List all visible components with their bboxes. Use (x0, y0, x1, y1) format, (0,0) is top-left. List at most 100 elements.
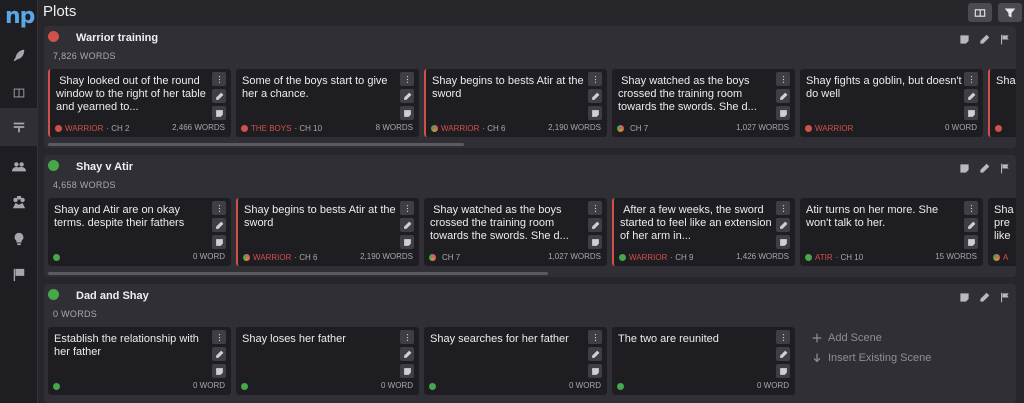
scene-status-dot (53, 383, 60, 390)
scene-edit-button[interactable] (776, 89, 790, 103)
scene-menu-button[interactable] (212, 201, 226, 215)
plot-edit-button[interactable] (979, 32, 990, 50)
plot-word-count: 4,658 WORDS (53, 180, 116, 190)
scene-menu-button[interactable] (212, 72, 226, 86)
plot-note-button[interactable] (959, 161, 970, 179)
sidebar-item-goals[interactable] (0, 256, 38, 294)
scene-word-count: 2,190 WORDS (548, 123, 601, 132)
scene-note-button[interactable] (964, 106, 978, 120)
scene-note-button[interactable] (776, 106, 790, 120)
horizontal-scrollbar[interactable] (48, 143, 464, 146)
scene-note-button[interactable] (400, 364, 414, 378)
scene-card[interactable]: Sha (988, 69, 1016, 137)
scene-card[interactable]: Some of the boys start to give her a cha… (236, 69, 419, 137)
scene-card[interactable]: Shay searches for her father 0 WORD (424, 327, 607, 395)
scene-note-button[interactable] (212, 106, 226, 120)
scene-note-button[interactable] (400, 106, 414, 120)
scene-menu-button[interactable] (776, 330, 790, 344)
scene-card[interactable]: Shay begins to bests Atir at the sword W… (424, 69, 607, 137)
scene-word-count: 0 WORD (381, 381, 413, 390)
scene-menu-button[interactable] (400, 330, 414, 344)
scene-menu-button[interactable] (400, 72, 414, 86)
scene-edit-button[interactable] (776, 347, 790, 361)
sidebar-item-plots[interactable] (0, 108, 38, 146)
scene-edit-button[interactable] (964, 89, 978, 103)
scene-edit-button[interactable] (588, 347, 602, 361)
scene-card[interactable]: Sha pre like A (988, 198, 1016, 266)
scene-card[interactable]: Establish the relationship with her fath… (48, 327, 231, 395)
scene-menu-button[interactable] (776, 201, 790, 215)
horizontal-scrollbar[interactable] (48, 272, 548, 275)
scene-status-dot (241, 383, 248, 390)
filter-button[interactable] (998, 3, 1022, 22)
scene-card[interactable]: Atir turns on her more. She won't talk t… (800, 198, 983, 266)
scene-edit-button[interactable] (400, 347, 414, 361)
plot-title[interactable]: Shay v Atir (76, 161, 133, 173)
scene-menu-button[interactable] (776, 72, 790, 86)
scene-note-button[interactable] (212, 364, 226, 378)
scene-note-button[interactable] (212, 235, 226, 249)
plot-title[interactable]: Warrior training (76, 32, 158, 44)
plot-flag-button[interactable] (999, 290, 1010, 308)
sidebar-item-ideas[interactable] (0, 220, 38, 258)
plot-note-button[interactable] (959, 32, 970, 50)
scene-note-button[interactable] (588, 106, 602, 120)
scene-card[interactable]: After a few weeks, the sword started to … (612, 198, 795, 266)
scene-menu-button[interactable] (964, 201, 978, 215)
scene-card[interactable]: The two are reunited 0 WORD (612, 327, 795, 395)
scene-note-button[interactable] (400, 235, 414, 249)
plus-icon (812, 333, 822, 343)
plot-title[interactable]: Dad and Shay (76, 290, 149, 302)
scene-card[interactable]: Shay looked out of the round window to t… (48, 69, 231, 137)
plot-edit-button[interactable] (979, 161, 990, 179)
scene-menu-button[interactable] (588, 201, 602, 215)
insert-existing-scene-button[interactable]: Insert Existing Scene (812, 352, 931, 364)
scene-menu-button[interactable] (400, 201, 414, 215)
scene-edit-button[interactable] (400, 89, 414, 103)
scene-card[interactable]: Shay watched as the boys crossed the tra… (612, 69, 795, 137)
note-icon (403, 367, 411, 375)
scene-note-button[interactable] (776, 235, 790, 249)
scene-card[interactable]: Shay and Atir are on okay terms. despite… (48, 198, 231, 266)
scene-menu-button[interactable] (212, 330, 226, 344)
scene-card[interactable]: Shay watched as the boys crossed the tra… (424, 198, 607, 266)
scene-status-dot (619, 254, 626, 261)
scene-edit-button[interactable] (776, 218, 790, 232)
note-icon (215, 109, 223, 117)
scene-edit-button[interactable] (212, 218, 226, 232)
sidebar-item-chapters[interactable] (0, 74, 38, 112)
scene-chapter: · CH 2 (106, 124, 130, 133)
scene-note-button[interactable] (964, 235, 978, 249)
plot-note-button[interactable] (959, 290, 970, 308)
scene-card[interactable]: Shay fights a goblin, but doesn't do wel… (800, 69, 983, 137)
plot-panel: Dad and Shay 0 WORDS Establish the relat… (44, 284, 1016, 403)
scene-edit-button[interactable] (588, 218, 602, 232)
plot-status-dot[interactable] (48, 289, 59, 300)
plot-status-dot[interactable] (48, 160, 59, 171)
add-scene-button[interactable]: Add Scene (812, 332, 882, 344)
scene-note-button[interactable] (588, 235, 602, 249)
scene-note-button[interactable] (588, 364, 602, 378)
sidebar-item-write[interactable] (0, 36, 38, 74)
sidebar-item-characters[interactable] (0, 148, 38, 186)
scene-menu-button[interactable] (964, 72, 978, 86)
sidebar-item-locations[interactable] (0, 184, 38, 222)
plot-status-dot[interactable] (48, 31, 59, 42)
scene-note-button[interactable] (776, 364, 790, 378)
scene-menu-button[interactable] (588, 330, 602, 344)
plot-flag-button[interactable] (999, 32, 1010, 50)
scene-edit-button[interactable] (964, 218, 978, 232)
scene-footer: WARRIOR · CH 6 2,190 WORDS (243, 252, 413, 263)
scene-menu-button[interactable] (588, 72, 602, 86)
scene-edit-button[interactable] (212, 347, 226, 361)
scene-edit-button[interactable] (400, 218, 414, 232)
scene-card-actions (212, 72, 226, 120)
plot-edit-button[interactable] (979, 290, 990, 308)
scene-edit-button[interactable] (212, 89, 226, 103)
scene-card[interactable]: Shay begins to bests Atir at the sword W… (236, 198, 419, 266)
plot-flag-button[interactable] (999, 161, 1010, 179)
scene-card[interactable]: Shay loses her father 0 WORD (236, 327, 419, 395)
view-toggle-button[interactable] (968, 3, 992, 22)
app-logo[interactable]: np (5, 4, 35, 29)
scene-edit-button[interactable] (588, 89, 602, 103)
